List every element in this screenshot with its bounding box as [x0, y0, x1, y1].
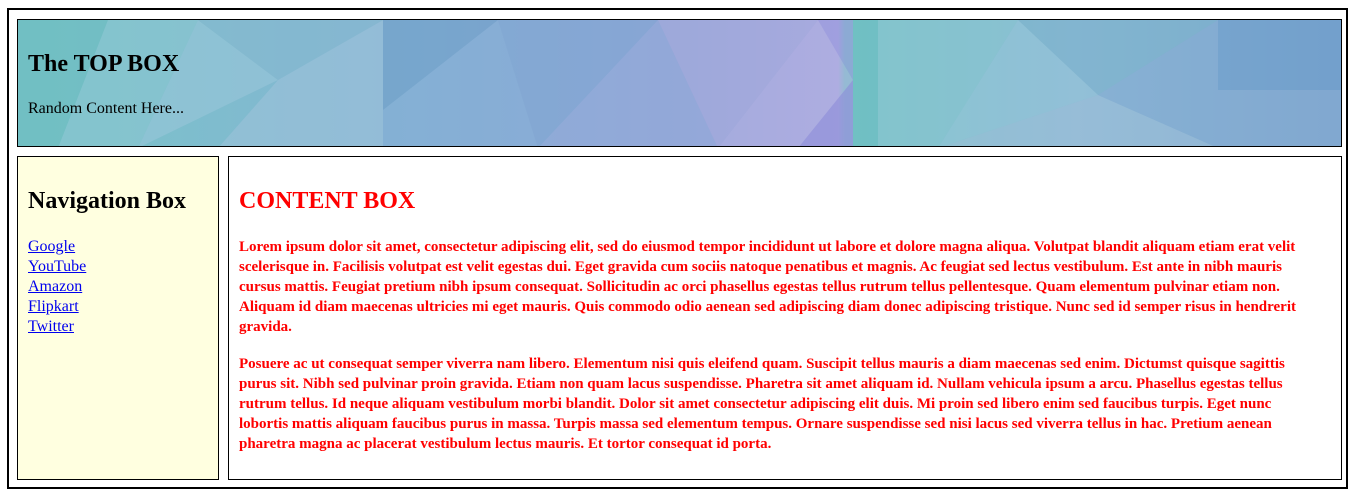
top-box-title: The TOP BOX [28, 51, 180, 77]
list-item: Google [28, 237, 86, 257]
list-item: Flipkart [28, 297, 86, 317]
top-box: The TOP BOX Random Content Here... [17, 19, 1342, 147]
nav-link-youtube[interactable]: YouTube [28, 258, 86, 275]
nav-link-amazon[interactable]: Amazon [28, 278, 82, 295]
list-item: Amazon [28, 277, 86, 297]
polygon-background-image [18, 20, 1341, 146]
nav-link-google[interactable]: Google [28, 238, 75, 255]
content-paragraph-1: Lorem ipsum dolor sit amet, consectetur … [239, 239, 1297, 335]
list-item: Twitter [28, 317, 86, 337]
nav-link-twitter[interactable]: Twitter [28, 318, 74, 335]
navigation-box: Navigation Box Google YouTube Amazon Fli… [17, 156, 219, 480]
content-box-title: CONTENT BOX [239, 188, 416, 214]
nav-link-list: Google YouTube Amazon Flipkart Twitter [28, 237, 86, 337]
list-item: YouTube [28, 257, 86, 277]
navigation-box-title: Navigation Box [28, 188, 187, 214]
content-paragraph-2: Posuere ac ut consequat semper viverra n… [239, 356, 1285, 452]
top-box-text: Random Content Here... [28, 100, 184, 117]
nav-link-flipkart[interactable]: Flipkart [28, 298, 79, 315]
content-box: CONTENT BOX Lorem ipsum dolor sit amet, … [228, 156, 1342, 480]
